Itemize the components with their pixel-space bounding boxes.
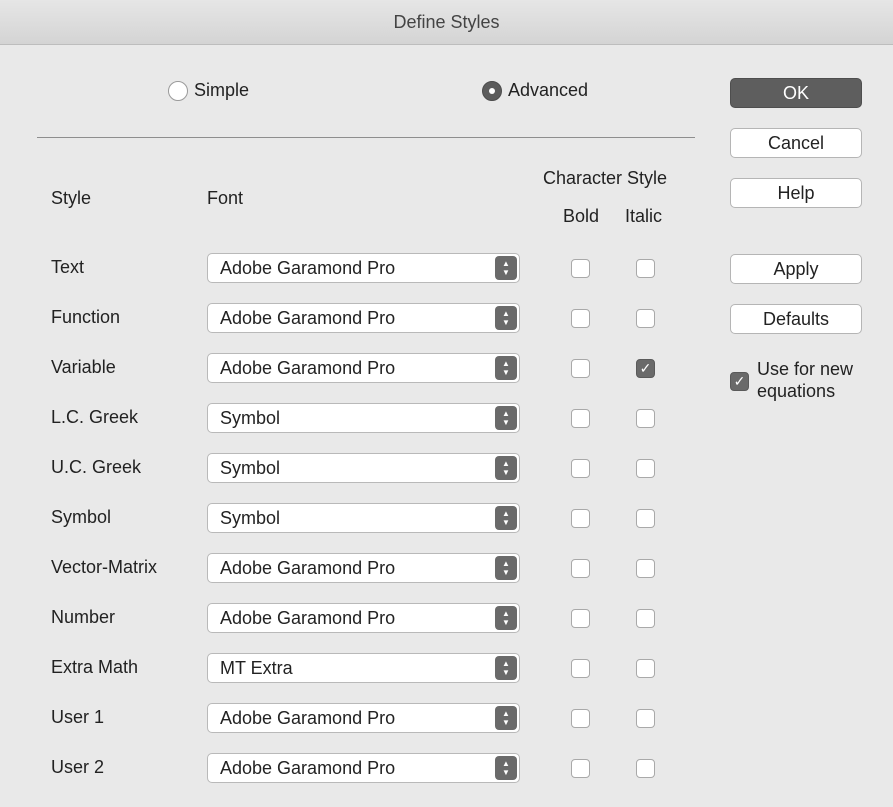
chevron-up-down-icon[interactable]: ▲ ▼: [495, 256, 517, 280]
style-label: Extra Math: [51, 657, 139, 677]
help-button[interactable]: Help: [730, 178, 862, 208]
advanced-radio-option[interactable]: Advanced: [482, 80, 588, 101]
font-column-header: Font: [207, 188, 244, 208]
font-select[interactable]: MT Extra ▲ ▼: [207, 653, 520, 683]
advanced-radio-icon[interactable]: [482, 80, 502, 101]
simple-radio-icon[interactable]: [168, 80, 188, 101]
font-select[interactable]: Adobe Garamond Pro ▲ ▼: [207, 553, 520, 583]
italic-checkbox[interactable]: ✓: [636, 359, 655, 378]
font-select[interactable]: Adobe Garamond Pro ▲ ▼: [207, 353, 520, 383]
chevron-up-down-icon[interactable]: ▲ ▼: [495, 706, 517, 730]
chevron-up-down-icon[interactable]: ▲ ▼: [495, 756, 517, 780]
font-select-value: Adobe Garamond Pro: [220, 357, 396, 378]
simple-radio-label: Simple: [194, 80, 250, 100]
italic-checkbox[interactable]: [636, 709, 655, 728]
bold-checkbox[interactable]: [571, 259, 590, 278]
font-select-value: Adobe Garamond Pro: [220, 607, 396, 628]
style-label: Number: [51, 607, 116, 627]
chevron-up-down-icon[interactable]: ▲ ▼: [495, 356, 517, 380]
divider: [37, 137, 695, 138]
style-label: Symbol: [51, 507, 112, 527]
font-select[interactable]: Symbol ▲ ▼: [207, 503, 520, 533]
italic-checkbox[interactable]: [636, 509, 655, 528]
defaults-button[interactable]: Defaults: [730, 304, 862, 334]
italic-checkbox[interactable]: [636, 309, 655, 328]
advanced-radio-label: Advanced: [508, 80, 589, 100]
chevron-up-down-icon[interactable]: ▲ ▼: [495, 656, 517, 680]
chevron-up-down-icon[interactable]: ▲ ▼: [495, 606, 517, 630]
italic-checkbox[interactable]: [636, 759, 655, 778]
bold-checkbox[interactable]: [571, 559, 590, 578]
bold-checkbox[interactable]: [571, 459, 590, 478]
bold-checkbox[interactable]: [571, 309, 590, 328]
font-select[interactable]: Adobe Garamond Pro ▲ ▼: [207, 303, 520, 333]
font-select-value: Adobe Garamond Pro: [220, 757, 396, 778]
font-select-value: Symbol: [220, 507, 281, 528]
chevron-up-down-icon[interactable]: ▲ ▼: [495, 406, 517, 430]
use-for-new-checkbox[interactable]: ✓: [730, 372, 749, 391]
italic-checkbox[interactable]: [636, 659, 655, 678]
font-select[interactable]: Adobe Garamond Pro ▲ ▼: [207, 753, 520, 783]
apply-button[interactable]: Apply: [730, 254, 862, 284]
ok-button[interactable]: OK: [730, 78, 862, 108]
window-title: Define Styles: [0, 0, 893, 45]
chevron-up-down-icon[interactable]: ▲ ▼: [495, 306, 517, 330]
style-label: User 1: [51, 707, 105, 727]
bold-checkbox[interactable]: [571, 709, 590, 728]
bold-checkbox[interactable]: [571, 359, 590, 378]
font-select[interactable]: Adobe Garamond Pro ▲ ▼: [207, 703, 520, 733]
use-for-new-label-line2: equations: [757, 381, 836, 401]
chevron-up-down-icon[interactable]: ▲ ▼: [495, 506, 517, 530]
style-label: User 2: [51, 757, 105, 777]
bold-checkbox[interactable]: [571, 659, 590, 678]
simple-radio-option[interactable]: Simple: [168, 80, 249, 101]
use-for-new-equations-option[interactable]: ✓ Use for new equations: [730, 358, 853, 402]
italic-checkbox[interactable]: [636, 609, 655, 628]
italic-checkbox[interactable]: [636, 409, 655, 428]
italic-checkbox[interactable]: [636, 259, 655, 278]
font-select-value: Adobe Garamond Pro: [220, 707, 396, 728]
style-label: U.C. Greek: [51, 457, 142, 477]
style-label: Vector-Matrix: [51, 557, 158, 577]
cancel-button[interactable]: Cancel: [730, 128, 862, 158]
chevron-up-down-icon[interactable]: ▲ ▼: [495, 456, 517, 480]
font-select[interactable]: Adobe Garamond Pro ▲ ▼: [207, 253, 520, 283]
bold-checkbox[interactable]: [571, 409, 590, 428]
style-label: L.C. Greek: [51, 407, 139, 427]
font-select-value: Adobe Garamond Pro: [220, 307, 396, 328]
bold-column-header: Bold: [563, 206, 600, 226]
font-select-value: Adobe Garamond Pro: [220, 557, 396, 578]
use-for-new-label-line1: Use for new: [757, 359, 854, 379]
character-style-header: Character Style: [543, 168, 668, 188]
bold-checkbox[interactable]: [571, 609, 590, 628]
font-select-value: MT Extra: [220, 657, 293, 678]
font-select[interactable]: Symbol ▲ ▼: [207, 403, 520, 433]
italic-checkbox[interactable]: [636, 459, 655, 478]
font-select-value: Adobe Garamond Pro: [220, 257, 396, 278]
style-label: Function: [51, 307, 121, 327]
chevron-up-down-icon[interactable]: ▲ ▼: [495, 556, 517, 580]
italic-checkbox[interactable]: [636, 559, 655, 578]
font-select[interactable]: Symbol ▲ ▼: [207, 453, 520, 483]
bold-checkbox[interactable]: [571, 509, 590, 528]
italic-column-header: Italic: [625, 206, 663, 226]
style-column-header: Style: [51, 188, 92, 208]
font-select[interactable]: Adobe Garamond Pro ▲ ▼: [207, 603, 520, 633]
style-label: Text: [51, 257, 85, 277]
bold-checkbox[interactable]: [571, 759, 590, 778]
font-select-value: Symbol: [220, 457, 281, 478]
style-label: Variable: [51, 357, 116, 377]
font-select-value: Symbol: [220, 407, 281, 428]
